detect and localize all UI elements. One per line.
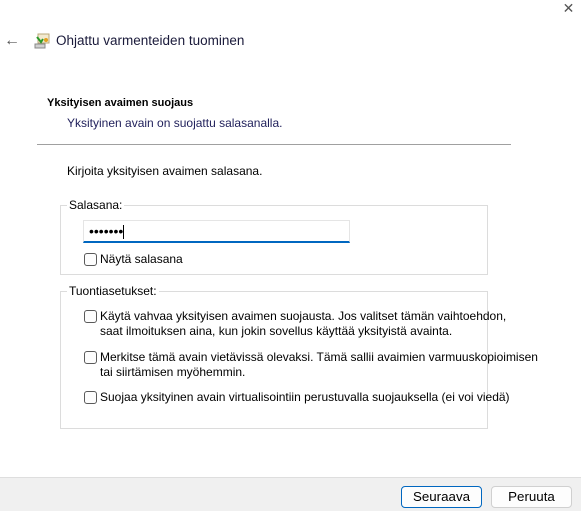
exportable-key-checkbox[interactable]: Merkitse tämä avain vietävissä olevaksi.… bbox=[84, 350, 538, 380]
certificate-import-icon bbox=[34, 33, 50, 49]
divider bbox=[37, 144, 511, 145]
checkbox-box[interactable] bbox=[84, 310, 97, 323]
text-caret bbox=[123, 225, 125, 240]
strong-protection-checkbox[interactable]: Käytä vahvaa yksityisen avaimen suojaust… bbox=[84, 309, 506, 339]
option-label: saat ilmoituksen aina, kun jokin sovellu… bbox=[100, 324, 453, 338]
password-input[interactable]: ••••••• bbox=[83, 220, 350, 243]
show-password-checkbox[interactable]: Näytä salasana bbox=[84, 252, 183, 267]
password-group-label: Salasana: bbox=[67, 198, 125, 212]
window-title: Ohjattu varmenteiden tuominen bbox=[56, 33, 245, 48]
show-password-label: Näytä salasana bbox=[100, 252, 183, 266]
page-heading: Yksityisen avaimen suojaus bbox=[47, 97, 194, 109]
close-icon[interactable]: ✕ bbox=[556, 0, 581, 18]
back-arrow-icon[interactable]: ← bbox=[4, 31, 22, 51]
option-label: tai siirtämisen myöhemmin. bbox=[100, 365, 246, 379]
checkbox-box[interactable] bbox=[84, 391, 97, 404]
instruction-text: Kirjoita yksityisen avaimen salasana. bbox=[67, 164, 263, 178]
import-options-label: Tuontiasetukset: bbox=[67, 284, 159, 298]
cancel-button[interactable]: Peruuta bbox=[491, 486, 572, 508]
checkbox-box[interactable] bbox=[84, 351, 97, 364]
checkbox-box[interactable] bbox=[84, 253, 97, 266]
next-button[interactable]: Seuraava bbox=[401, 486, 482, 508]
page-subtext: Yksityinen avain on suojattu salasanalla… bbox=[67, 116, 283, 130]
vbs-protection-checkbox[interactable]: Suojaa yksityinen avain virtualisointiin… bbox=[84, 390, 510, 405]
option-label: Käytä vahvaa yksityisen avaimen suojaust… bbox=[100, 309, 507, 323]
option-label: Suojaa yksityinen avain virtualisointiin… bbox=[100, 390, 510, 404]
option-label: Merkitse tämä avain vietävissä olevaksi.… bbox=[100, 350, 538, 364]
password-value: ••••••• bbox=[89, 223, 124, 239]
